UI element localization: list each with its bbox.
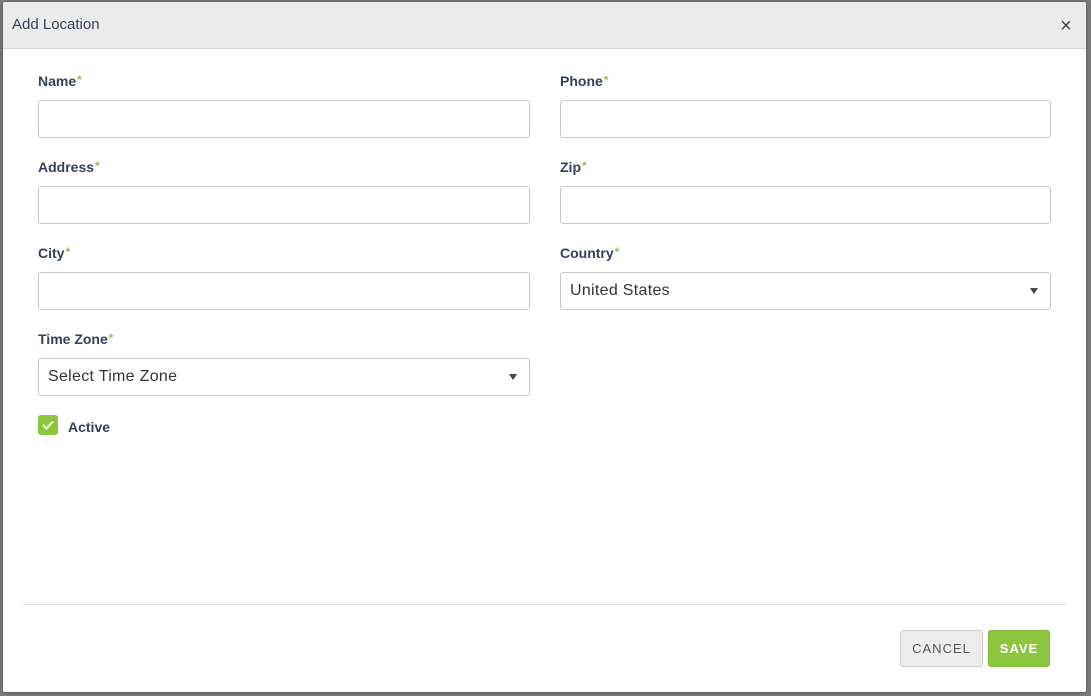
zip-label: Zip*	[560, 159, 587, 175]
phone-label: Phone*	[560, 73, 608, 89]
required-marker: *	[582, 159, 587, 173]
required-marker: *	[603, 73, 609, 87]
city-label-text: City	[38, 245, 65, 261]
address-label-text: Address	[38, 159, 95, 175]
close-icon[interactable]: ×	[1058, 16, 1074, 36]
save-button[interactable]: SAVE	[988, 630, 1050, 667]
timezone-label: Time Zone*	[38, 331, 113, 347]
footer-divider	[23, 604, 1066, 605]
country-label: Country*	[560, 245, 619, 261]
address-input[interactable]	[38, 186, 530, 224]
required-marker: *	[77, 73, 82, 87]
phone-label-text: Phone	[560, 73, 603, 89]
zip-input[interactable]	[560, 186, 1051, 224]
add-location-dialog: Add Location × Name* Phone* Address* Zip…	[3, 2, 1086, 692]
caret-down-icon	[509, 374, 517, 380]
caret-down-icon	[1030, 288, 1038, 294]
city-input[interactable]	[38, 272, 530, 310]
timezone-select[interactable]: Select Time Zone	[38, 358, 530, 396]
country-label-text: Country	[560, 245, 614, 261]
name-label-text: Name	[38, 73, 77, 89]
phone-input[interactable]	[560, 100, 1051, 138]
cancel-button[interactable]: CANCEL	[900, 630, 983, 667]
required-marker: *	[95, 159, 100, 173]
timezone-selected-value: Select Time Zone	[48, 368, 178, 385]
dialog-header: Add Location ×	[3, 2, 1086, 49]
country-select[interactable]: United States	[560, 272, 1051, 310]
required-marker: *	[65, 245, 71, 259]
zip-label-text: Zip	[560, 159, 581, 175]
address-label: Address*	[38, 159, 100, 175]
required-marker: *	[108, 331, 114, 345]
active-checkbox[interactable]	[38, 415, 58, 435]
active-label: Active	[68, 419, 111, 435]
timezone-label-text: Time Zone	[38, 331, 108, 347]
required-marker: *	[614, 245, 620, 259]
check-icon	[42, 420, 54, 430]
name-label: Name*	[38, 73, 82, 89]
city-label: City*	[38, 245, 70, 261]
name-input[interactable]	[38, 100, 530, 138]
country-selected-value: United States	[570, 282, 670, 299]
dialog-title: Add Location	[12, 16, 100, 33]
